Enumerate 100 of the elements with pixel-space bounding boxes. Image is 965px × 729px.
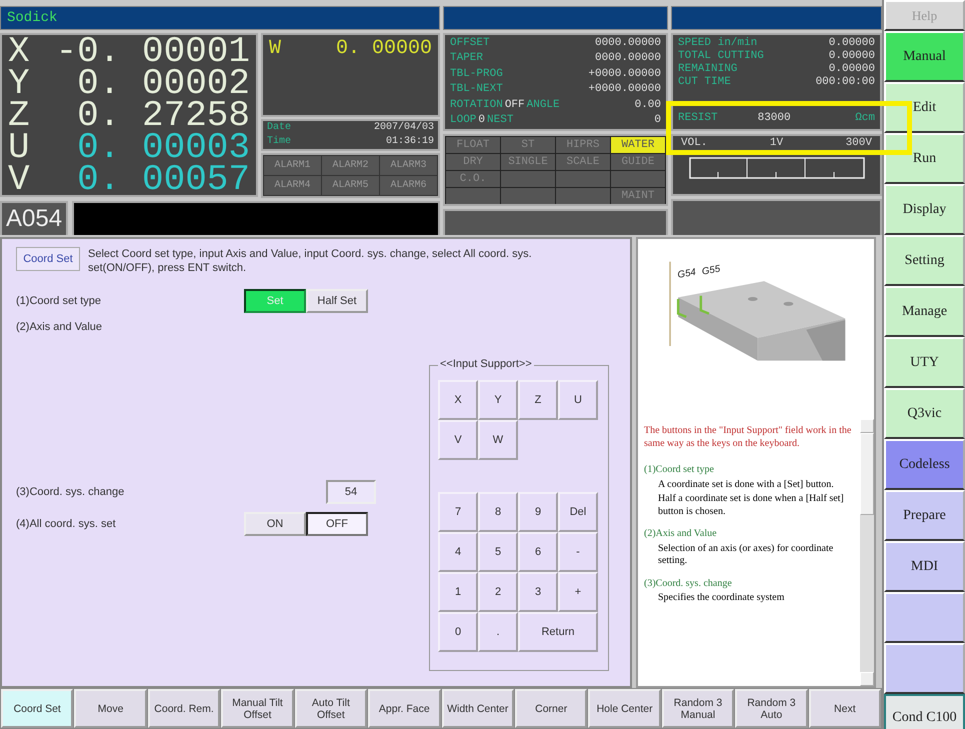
axis-name: Y [8, 68, 30, 98]
keypad-key[interactable]: + [558, 572, 598, 612]
function-key[interactable]: Move [74, 689, 147, 728]
mode-button[interactable]: Edit [884, 82, 965, 133]
program-number: A054 [0, 201, 68, 238]
field-label: (2)Axis and Value [16, 321, 104, 333]
mode-button[interactable]: MDI [884, 541, 965, 592]
keypad-key[interactable]: Return [518, 612, 598, 652]
field-value: 0.00000 [828, 50, 875, 63]
keypad-key[interactable]: 0 [438, 612, 478, 652]
alarm-indicator: ALARM6 [380, 176, 437, 195]
field-label: RESIST [678, 112, 718, 125]
axis-name: Z [8, 100, 30, 130]
keypad-key[interactable]: - [558, 532, 598, 572]
help-text: (3)Coord. sys. change [644, 578, 733, 590]
field-label: (1)Coord set type [16, 295, 102, 307]
field-label: NEST [487, 114, 514, 127]
function-key[interactable]: Corner [514, 689, 588, 728]
scrollbar[interactable] [860, 419, 874, 686]
field-label: (3)Coord. sys. change [16, 486, 126, 498]
function-key[interactable]: Manual Tilt Offset [221, 689, 294, 728]
unit-label: Ωcm [855, 112, 875, 125]
keypad-key[interactable]: 2 [478, 572, 518, 612]
axis-key[interactable]: U [558, 380, 598, 420]
alarm-indicator: ALARM2 [322, 156, 379, 175]
field-value: 0 [478, 114, 486, 127]
function-key[interactable]: Coord Set [1, 689, 74, 728]
function-key[interactable]: Auto Tilt Offset [294, 689, 368, 728]
option-button[interactable]: ON [244, 512, 306, 536]
screen-title: Coord Set [16, 247, 80, 271]
function-key[interactable]: Hole Center [588, 689, 661, 728]
axis-value: -0. 00001 [56, 36, 250, 66]
field-label: CUT TIME [678, 76, 731, 89]
function-key[interactable]: Random 3 Auto [735, 689, 808, 728]
field-value: 0 [654, 114, 661, 127]
axis-key[interactable]: Y [478, 380, 518, 420]
keypad-key[interactable]: 8 [478, 492, 518, 532]
function-key[interactable]: Random 3 Manual [662, 689, 734, 728]
keypad-key[interactable]: . [478, 612, 518, 652]
axis-value: 0. 00000 [336, 37, 432, 60]
function-key[interactable]: Next [808, 689, 882, 728]
field-label: TAPER [450, 52, 484, 66]
field-value: 000:00:00 [816, 76, 875, 89]
coordinate-label: G55 [701, 264, 722, 278]
mode-button[interactable]: Manual [884, 31, 965, 82]
mode-button[interactable]: Cond C100 [884, 694, 965, 729]
field-value: +0000.00000 [588, 83, 661, 96]
keypad-key[interactable]: 4 [438, 532, 478, 572]
value-field[interactable]: 54 [326, 480, 376, 504]
axis-key[interactable]: V [438, 420, 478, 460]
keypad-key[interactable]: 7 [438, 492, 478, 532]
keypad-key[interactable]: Del [558, 492, 598, 532]
keypad-key[interactable]: 5 [478, 532, 518, 572]
field-label: ROTATION [450, 98, 503, 112]
function-key[interactable]: Width Center [442, 689, 514, 728]
keypad-key[interactable]: 9 [518, 492, 558, 532]
axis-value: 0. 00057 [77, 164, 250, 194]
function-key[interactable]: Appr. Face [368, 689, 441, 728]
field-label: TOTAL CUTTING [678, 50, 764, 63]
mode-button[interactable]: Setting [884, 235, 965, 286]
axis-name: W [269, 37, 282, 60]
field-value: 0000.00000 [594, 37, 661, 50]
axis-key[interactable]: X [438, 380, 478, 420]
mode-button[interactable]: UTY [884, 337, 965, 388]
field-label: OFFSET [450, 37, 490, 50]
field-label: Date [267, 121, 292, 135]
field-label: TBL-PROG [450, 68, 503, 81]
mode-button[interactable]: Display [884, 184, 965, 235]
mode-button[interactable] [884, 643, 965, 694]
option-button[interactable]: OFF [306, 512, 368, 536]
mode-button[interactable] [884, 592, 965, 643]
field-label: TBL-NEXT [450, 83, 503, 96]
option-button[interactable]: Half Set [306, 289, 368, 313]
field-value: 83000 [758, 112, 791, 125]
axis-key[interactable]: W [478, 420, 518, 460]
help-text: Selection of an axis (or axes) for coordinate setting. [657, 542, 834, 568]
alarm-indicator: ALARM5 [322, 176, 379, 195]
help-text: (1)Coord set type [644, 464, 715, 476]
mode-button[interactable]: Codeless [884, 439, 965, 490]
keypad-key[interactable]: 1 [438, 572, 478, 612]
mode-button[interactable]: Manage [884, 286, 965, 337]
field-value: 0000.00000 [594, 52, 661, 66]
help-text: Half a coordinate set is done when a [Half set] button is chosen. [657, 493, 845, 518]
keypad-key[interactable]: 3 [518, 572, 558, 612]
axis-name: V [8, 164, 30, 194]
group-title: <<Input Support>> [438, 358, 534, 370]
field-label: SPEED in/min [678, 37, 758, 50]
axis-value: 0. 00002 [77, 68, 250, 98]
axis-key[interactable]: Z [518, 380, 558, 420]
axis-value: 0. 27258 [77, 100, 250, 130]
mode-button[interactable]: Prepare [884, 490, 965, 541]
keypad-key[interactable]: 6 [518, 532, 558, 572]
mode-button[interactable]: Q3vic [884, 388, 965, 439]
field-label: LOOP [450, 114, 476, 127]
axis-name: X [8, 36, 30, 66]
mode-button[interactable]: Run [884, 133, 965, 184]
title-bar: Sodick [0, 6, 440, 30]
field-value: 01:36:19 [384, 135, 434, 149]
function-key[interactable]: Coord. Rem. [148, 689, 220, 728]
axis-name: U [8, 132, 30, 162]
